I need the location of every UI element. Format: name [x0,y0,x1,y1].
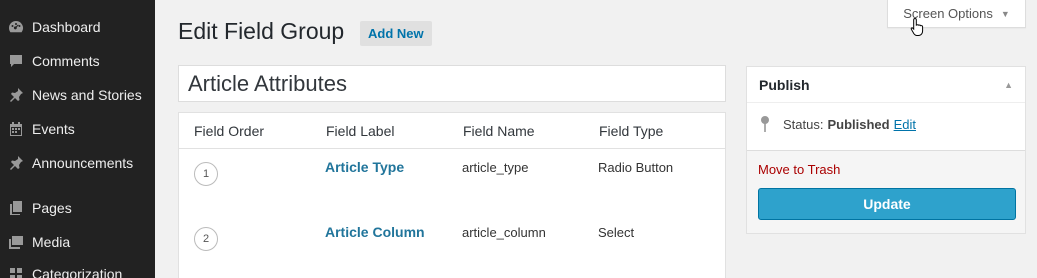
sidebar-item-label: Comments [32,53,100,69]
pin-icon [761,116,769,132]
update-button[interactable]: Update [758,188,1016,220]
sidebar-item-events[interactable]: Events [0,112,155,146]
field-order-badge[interactable]: 1 [194,162,218,186]
sidebar-item-label: News and Stories [32,87,142,103]
sidebar-item-label: Dashboard [32,19,101,35]
field-name: article_type [462,160,529,175]
sidebar-item-dashboard[interactable]: Dashboard [0,10,155,44]
status-value: Published [827,116,890,132]
sidebar-item-media[interactable]: Media [0,225,155,259]
sidebar-item-comments[interactable]: Comments [0,44,155,78]
edit-status-link[interactable]: Edit [894,117,916,132]
pin-icon [0,155,32,171]
field-label-link[interactable]: Article Type [325,159,404,175]
status-label: Status: [783,116,824,132]
hand-cursor-icon [910,17,924,36]
publish-box-title: Publish [759,76,810,93]
table-row: 2 Article Column article_column Select [179,214,725,278]
fields-table: Field Order Field Label Field Name Field… [178,112,726,278]
sidebar-item-label: Media [32,234,71,250]
pin-icon [0,87,32,103]
sidebar-item-label: Announcements [32,155,134,171]
fields-table-header: Field Order Field Label Field Name Field… [179,113,725,149]
publish-status: Status: Published Edit [759,115,916,133]
field-label-link[interactable]: Article Column [325,224,425,240]
field-type: Radio Button [598,160,674,175]
dashboard-icon [0,19,32,35]
admin-sidebar: Dashboard Comments News and Stories Even… [0,0,155,278]
pages-icon [0,200,32,216]
comment-icon [0,53,32,69]
page-title: Edit Field Group [178,18,345,44]
publish-box: Publish ▲ Status: Published Edit Move to… [746,66,1026,234]
category-icon [0,266,32,278]
collapse-toggle-icon[interactable]: ▲ [1004,80,1013,90]
sidebar-item-categorization[interactable]: Categorization [0,257,155,278]
column-header-field-name: Field Name [463,123,535,139]
screen-options-button[interactable]: Screen Options ▼ [887,0,1026,28]
sidebar-item-label: Events [32,121,75,137]
publish-actions: Move to Trash Update [747,150,1025,233]
column-header-field-order: Field Order [194,123,265,139]
field-type: Select [598,225,635,240]
publish-box-header[interactable]: Publish ▲ [747,67,1025,103]
sidebar-item-label: Pages [32,200,72,216]
sidebar-item-announcements[interactable]: Announcements [0,146,155,180]
table-row: 1 Article Type article_type Radio Button [179,149,725,214]
field-order-badge[interactable]: 2 [194,227,218,251]
caret-down-icon: ▼ [1000,8,1010,19]
sidebar-item-label: Categorization [32,266,123,278]
column-header-field-label: Field Label [326,123,395,139]
field-name: article_column [462,225,546,240]
media-icon [0,234,32,250]
move-to-trash-link[interactable]: Move to Trash [758,162,840,177]
field-group-title-input[interactable]: Article Attributes [178,65,726,102]
sidebar-item-news-and-stories[interactable]: News and Stories [0,78,155,112]
add-new-button[interactable]: Add New [360,21,432,46]
calendar-icon [0,121,32,137]
sidebar-item-pages[interactable]: Pages [0,191,155,225]
column-header-field-type: Field Type [599,123,664,139]
